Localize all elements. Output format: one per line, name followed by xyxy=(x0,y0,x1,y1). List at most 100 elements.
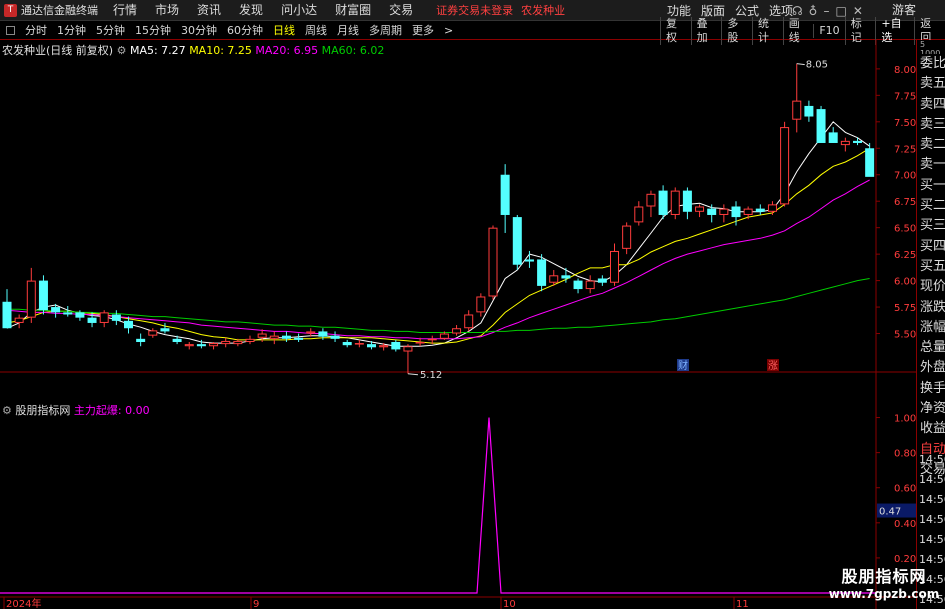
candle-body xyxy=(488,227,498,297)
kline-chart[interactable]: 8.00 7.75 7.50 7.25 7.00 6.75 6.50 6.25 6.00 5.75… xyxy=(0,40,916,609)
candle xyxy=(488,225,498,300)
indicator-line-value: 主力起爆: 0.00 xyxy=(73,404,150,417)
candle-body xyxy=(281,335,291,339)
candle-body xyxy=(622,225,632,249)
candle-body xyxy=(415,342,425,344)
candle-body xyxy=(464,314,474,329)
period-monthly[interactable]: 月线 xyxy=(332,22,364,40)
candle-body xyxy=(816,109,826,143)
price-tick-label: 5.75 xyxy=(894,303,916,314)
period-daily[interactable]: 日线 xyxy=(268,22,300,40)
candle xyxy=(111,310,121,326)
candle xyxy=(184,342,194,350)
candle xyxy=(148,328,158,338)
candle-body xyxy=(755,208,765,212)
period-fenshi[interactable]: 分时 xyxy=(20,22,52,40)
candle-body xyxy=(476,296,486,313)
low-price-label: 5.12 xyxy=(420,370,442,381)
candle-body xyxy=(269,335,279,339)
period-60min[interactable]: 60分钟 xyxy=(222,22,268,40)
candle xyxy=(269,331,279,345)
candle-body xyxy=(233,340,243,345)
time-axis-label: 10 xyxy=(503,599,516,609)
candle-body xyxy=(26,280,36,318)
period-30min[interactable]: 30分钟 xyxy=(176,22,222,40)
candle xyxy=(743,206,753,220)
candle-body xyxy=(585,280,595,290)
menu-zixun[interactable]: 资讯 xyxy=(188,0,230,21)
quote-field-0: 委比 xyxy=(920,56,945,71)
quote-field-6: 买一 xyxy=(920,177,945,193)
settings-icon[interactable]: ⚙ xyxy=(2,404,12,417)
candle-body xyxy=(853,140,862,143)
sub-tick-label: 1.00 xyxy=(894,414,916,425)
candle-body xyxy=(452,328,462,334)
menu-hangqing[interactable]: 行情 xyxy=(104,0,146,21)
period-more[interactable]: 更多 xyxy=(407,22,439,40)
time-axis-label: 9 xyxy=(253,599,259,609)
candle xyxy=(281,331,291,343)
menu-shichang[interactable]: 市场 xyxy=(146,0,188,21)
candle-body xyxy=(38,280,48,311)
tick-time-0: 14:56 xyxy=(919,453,945,466)
minimize-icon[interactable]: – xyxy=(823,4,829,18)
candle xyxy=(597,275,607,286)
candle xyxy=(136,333,146,347)
signal-line xyxy=(0,417,876,594)
candle xyxy=(330,331,340,343)
chevron-right-icon[interactable]: > xyxy=(439,22,458,40)
candle xyxy=(160,322,170,334)
candle xyxy=(342,339,352,348)
menu-caifuquan[interactable]: 财富圈 xyxy=(326,0,380,21)
sub-tick-label: 0.80 xyxy=(894,449,916,460)
login-warning[interactable]: 证券交易未登录 xyxy=(436,2,513,18)
maximize-icon[interactable]: □ xyxy=(835,4,846,18)
price-tick-label: 7.25 xyxy=(894,144,916,155)
headset-icon[interactable]: ☊ xyxy=(792,4,803,18)
candle-body xyxy=(209,343,219,347)
layout-toggle-icon[interactable] xyxy=(6,26,15,35)
candle xyxy=(209,342,219,350)
candle-body xyxy=(512,217,522,265)
candle xyxy=(755,204,765,215)
period-5min[interactable]: 5分钟 xyxy=(91,22,130,40)
close-icon[interactable]: ✕ xyxy=(853,4,863,18)
tick-time-4: 14:56 xyxy=(919,533,945,546)
candle-body xyxy=(439,333,449,339)
quote-panel: 5 1000 委比 卖五 卖四 卖三 卖二 卖一 买一 买二 买三 买四 买五 现价 涨跌 涨幅 总量 外盘换… xyxy=(916,40,945,609)
indicator-name[interactable]: 股朋指标网 xyxy=(15,404,70,417)
quote-field-9: 买四 xyxy=(920,238,945,254)
period-15min[interactable]: 15分钟 xyxy=(130,22,176,40)
tick-time-3: 14:56 xyxy=(919,513,945,526)
quote-field-11: 现价 xyxy=(920,279,945,295)
candle xyxy=(585,275,595,294)
candle-body xyxy=(87,317,97,323)
period-multi[interactable]: 多周期 xyxy=(364,22,407,40)
candle-body xyxy=(500,174,510,215)
period-1min[interactable]: 1分钟 xyxy=(52,22,91,40)
candle-body xyxy=(828,132,838,143)
period-weekly[interactable]: 周线 xyxy=(300,22,332,40)
high-label-pointer xyxy=(796,63,805,66)
price-tick-label: 6.75 xyxy=(894,197,916,208)
candle-body xyxy=(573,280,583,290)
price-tick-label: 5.50 xyxy=(894,330,916,341)
price-tick-label: 6.25 xyxy=(894,250,916,261)
menu-jiaoyi[interactable]: 交易 xyxy=(380,0,422,21)
menu-wenxiaoda[interactable]: 问小达 xyxy=(272,0,326,21)
candle-body xyxy=(148,330,158,336)
candle xyxy=(403,344,413,374)
candle-body xyxy=(597,278,607,283)
candle xyxy=(670,187,680,220)
candle xyxy=(682,187,692,220)
candle xyxy=(634,201,644,226)
candle-body xyxy=(2,301,12,329)
tool-f10[interactable]: F10 xyxy=(813,24,844,38)
quote-field-2: 卖四 xyxy=(920,96,945,112)
bulb-icon[interactable]: ♁ xyxy=(809,4,818,18)
candle xyxy=(646,190,656,218)
candle-body xyxy=(670,190,680,215)
quote-field-10: 买五 xyxy=(920,258,945,274)
menu-faxian[interactable]: 发现 xyxy=(230,0,272,21)
ma-line-ma5 xyxy=(6,121,870,347)
